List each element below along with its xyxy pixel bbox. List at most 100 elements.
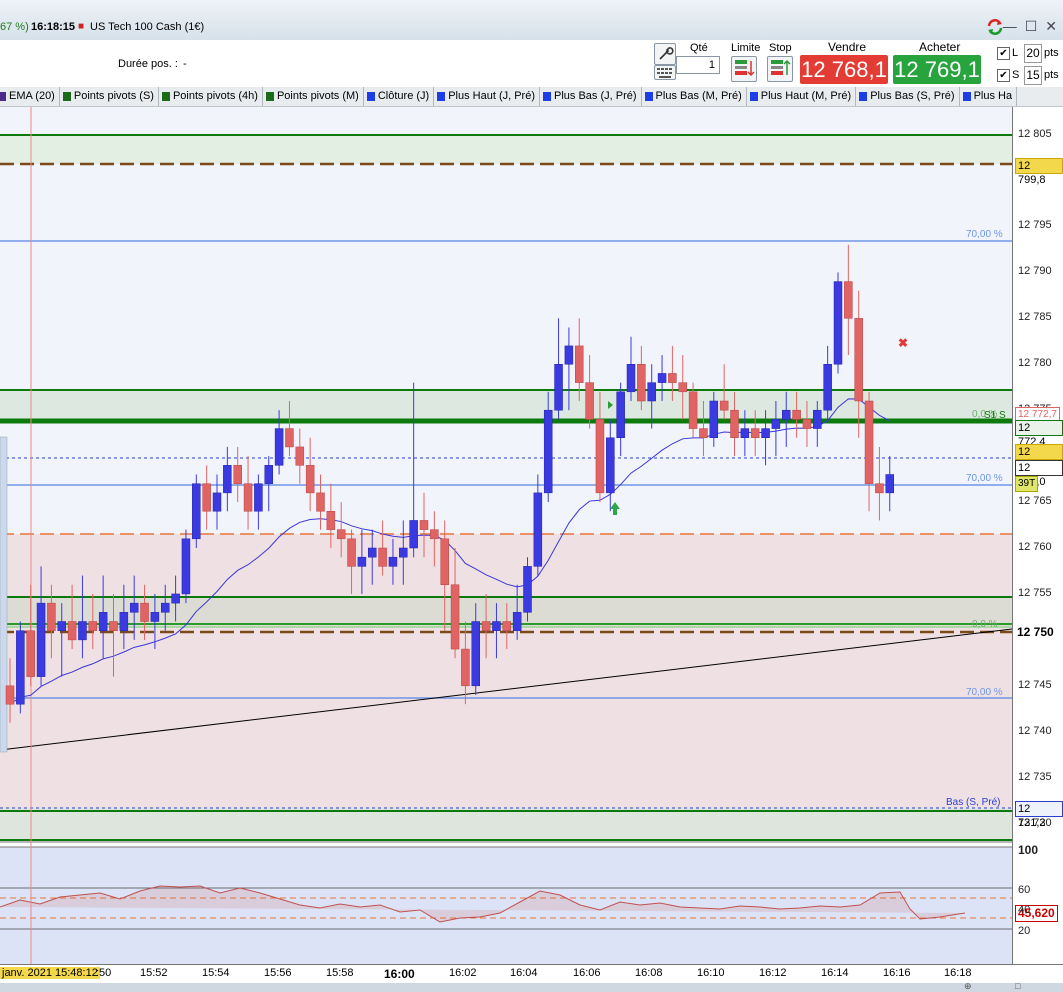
pct-label-mid: 70,00 % [966,473,1003,484]
time-label-partial: :50 [96,967,112,979]
candle-body [875,483,884,494]
indicator-tag[interactable]: Points pivots (M) [263,87,364,106]
candle-body [709,400,719,438]
price-chart[interactable]: ✖ 70,00 % 70,00 % 70,00 % 0,0 % S1 S 0,0… [0,107,1012,965]
price-tick-label: 12 785 [1018,311,1052,324]
candle-body [481,621,491,631]
candle-body [533,492,543,567]
candle-body [885,474,894,494]
candle-body [171,593,180,604]
candle-body [212,492,222,512]
maximize-button[interactable]: ☐ [1025,18,1038,35]
stop-order-button[interactable] [767,56,793,82]
candle-body [357,556,367,567]
candle-body [78,621,87,641]
candle-body [461,648,470,687]
time-tick-label: 16:04 [510,967,538,979]
limit-points-input[interactable]: 20 [1024,44,1042,63]
candle-body [668,373,677,383]
color-swatch-icon [366,92,375,101]
candle-body [844,281,853,319]
candle-body [26,630,35,677]
buy-label: Acheter [919,40,961,54]
price-tick-label: 12 780 [1018,357,1052,370]
candle-body [699,428,708,438]
minimize-button[interactable]: — [1003,18,1017,35]
candle-body [243,483,253,512]
time-tick-label: 16:18 [944,967,972,979]
price-tick-label: 12 790 [1018,265,1052,278]
indicator-tag[interactable]: Plus Bas (M, Pré) [642,87,747,106]
candle-body [864,400,874,484]
time-tick-label: 16:02 [449,967,477,979]
stop-points-input[interactable]: 15 [1024,66,1042,85]
indicator-tag[interactable]: Points pivots (4h) [159,87,263,106]
rsi-tick-label: 40 [1018,904,1031,916]
lock-icon[interactable]: ⊕ [964,981,972,992]
indicator-tag[interactable]: Points pivots (S) [60,87,159,106]
indicator-label: Points pivots (S) [73,90,154,102]
indicator-tag[interactable]: Plus Haut (J, Pré) [434,87,541,106]
buy-button[interactable]: 12 769,1 [893,55,981,84]
s1-label: S1 S [984,410,1006,421]
indicator-label: EMA (20) [9,90,55,102]
candle-body [233,465,242,484]
indicator-tag[interactable]: EMA (20) [0,87,60,106]
candle-body [585,382,594,420]
price-axis[interactable] [1012,107,1063,965]
quantity-label: Qté [690,42,708,54]
candle-body [295,446,305,466]
candle-body [36,602,46,677]
price-tick-label: 12 740 [1018,724,1052,737]
candle-body [637,364,646,402]
candle-body [575,345,584,383]
time-tick-label: 16:08 [635,967,663,979]
indicator-tag[interactable]: Plus Ha [960,87,1018,106]
candle-body [57,621,66,631]
candle-body [740,428,750,438]
candle-body [657,373,667,383]
candle-body [119,612,129,631]
limit-checkbox[interactable]: ✔ [997,47,1010,60]
time-tick-label: 16:12 [759,967,787,979]
candle-body [181,538,191,595]
limit-order-button[interactable] [731,56,757,82]
indicator-tag[interactable]: Clôture (J) [364,87,435,106]
color-swatch-icon [543,92,552,101]
limit-checkbox-label: L [1012,47,1019,59]
indicator-tag[interactable]: Plus Bas (J, Pré) [540,87,642,106]
color-swatch-icon [644,92,653,101]
sell-button[interactable]: 12 768,1 [800,55,888,84]
wrench-icon[interactable] [654,43,676,65]
quantity-input[interactable]: 1 [676,56,720,74]
candle-body [47,602,56,631]
price-tick-label: 12 805 [1018,127,1052,140]
low-week-label: Bas (S, Pré) [946,797,1000,808]
price-tick-label: 12 735 [1018,770,1052,783]
candle-body [616,391,625,438]
candle-body [109,621,118,631]
status-dot-icon: ■ [78,21,85,32]
stop-checkbox[interactable]: ✔ [997,69,1010,82]
candle-body [595,419,605,494]
indicator-bar: EMA (20) Points pivots (S) Points pivots (… [0,87,1063,107]
candle-body [129,602,139,613]
candle-body [813,409,822,429]
close-button[interactable]: ✕ [1045,18,1057,35]
indicator-label: Points pivots (M) [276,90,359,102]
indicator-label: Plus Haut (M, Pré) [760,90,852,102]
indicator-tag[interactable]: Plus Haut (M, Pré) [747,87,857,106]
time-axis[interactable]: janv. 2021 15:48:12 :50 15:52 15:54 15:56 1… [0,964,1063,984]
indicator-tag[interactable]: Plus Bas (S, Pré) [856,87,960,106]
indicator-label: Clôture (J) [377,90,430,102]
candle-body [368,547,377,558]
indicator-label: Plus Ha [973,90,1013,102]
keyboard-icon[interactable] [654,65,676,80]
position-duration-value: - [183,58,187,70]
color-swatch-icon [859,92,868,101]
price-12750-label: 12 750 [1017,625,1054,639]
ask-price-tag: 12 768,6 [1015,444,1063,472]
low-week-tag: 12 731,2 [1015,801,1063,829]
candle-body [399,547,408,558]
settings-icon[interactable]: □ [1015,981,1020,991]
